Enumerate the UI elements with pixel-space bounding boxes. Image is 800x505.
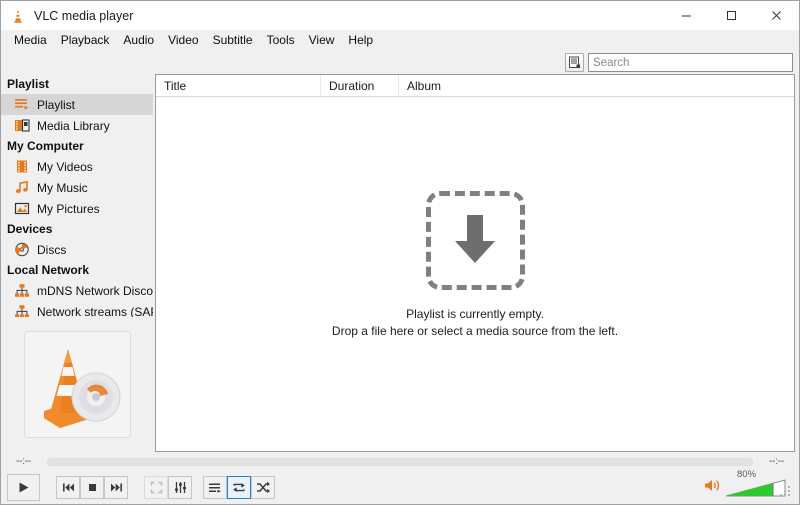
artwork-area [1, 317, 153, 452]
volume-slider[interactable] [725, 478, 787, 498]
sidebar-item-discs[interactable]: Discs [1, 239, 153, 260]
sidebar: Playlist Playlist Media Library My Compu… [1, 74, 153, 452]
sidebar-item-my-pictures[interactable]: My Pictures [1, 198, 153, 219]
seek-row: --:-- --:-- [1, 452, 799, 471]
picture-icon [13, 200, 30, 217]
sidebar-item-label: My Pictures [37, 201, 100, 216]
loop-button[interactable] [227, 476, 251, 499]
title-bar: VLC media player [1, 1, 799, 30]
next-button[interactable] [104, 476, 128, 499]
menu-tools[interactable]: Tools [260, 31, 302, 50]
sidebar-item-media-library[interactable]: Media Library [1, 115, 153, 136]
playlist-view-mode-icon[interactable] [565, 53, 584, 72]
network-icon [13, 303, 30, 317]
minimize-button[interactable] [664, 1, 709, 30]
transport-controls: 80% [1, 469, 799, 504]
playlist-panel: Title Duration Album Playlist is current… [155, 74, 795, 452]
main-body: Playlist Playlist Media Library My Compu… [1, 74, 799, 452]
sidebar-item-label: My Videos [37, 159, 93, 174]
time-elapsed-label: --:-- [15, 456, 32, 467]
media-library-icon [13, 117, 30, 134]
sidebar-item-network-streams-sap[interactable]: Network streams (SAP) [1, 301, 153, 317]
speaker-icon[interactable] [704, 478, 721, 496]
sidebar-item-label: Discs [37, 242, 67, 257]
sidebar-item-playlist[interactable]: Playlist [1, 94, 153, 115]
title-bar-left: VLC media player [1, 8, 133, 24]
empty-state-line-1: Playlist is currently empty. [406, 306, 544, 321]
sidebar-header-devices: Devices [7, 222, 53, 236]
playlist-empty-state[interactable]: Playlist is currently empty. Drop a file… [156, 97, 794, 451]
sidebar-scroll-area: Playlist Playlist Media Library My Compu… [1, 74, 153, 317]
menu-playback[interactable]: Playback [54, 31, 117, 50]
disc-icon [13, 241, 30, 258]
network-icon [13, 282, 30, 299]
music-note-icon [13, 179, 30, 196]
extended-settings-button[interactable] [168, 476, 192, 499]
previous-button[interactable] [56, 476, 80, 499]
close-button[interactable] [754, 1, 799, 30]
column-header-album[interactable]: Album [399, 75, 794, 97]
menu-help[interactable]: Help [341, 31, 380, 50]
maximize-button[interactable] [709, 1, 754, 30]
column-header-duration[interactable]: Duration [321, 74, 399, 97]
search-tool-row [1, 51, 799, 74]
menu-audio[interactable]: Audio [116, 31, 161, 50]
menu-media[interactable]: Media [7, 31, 54, 50]
sidebar-item-label: Media Library [37, 118, 110, 133]
stop-button[interactable] [80, 476, 104, 499]
bottom-control-bar: --:-- --:-- 80% [1, 452, 799, 504]
column-header-title[interactable]: Title [156, 74, 321, 97]
volume-control: 80% [704, 469, 793, 498]
toggle-playlist-button[interactable] [203, 476, 227, 499]
playlist-icon [13, 96, 30, 113]
sidebar-item-my-videos[interactable]: My Videos [1, 156, 153, 177]
sidebar-item-label: mDNS Network Disco... [37, 283, 153, 298]
menu-view[interactable]: View [302, 31, 342, 50]
fullscreen-button[interactable] [144, 476, 168, 499]
search-input[interactable] [593, 56, 788, 69]
download-arrow-icon [425, 190, 525, 290]
film-strip-icon [13, 158, 30, 175]
sidebar-list: Playlist Playlist Media Library My Compu… [1, 74, 153, 317]
shuffle-button[interactable] [251, 476, 275, 499]
resize-grip[interactable] [779, 485, 790, 496]
sidebar-item-label: My Music [37, 180, 88, 195]
vlc-cone-icon [10, 8, 26, 24]
sidebar-item-label: Playlist [37, 97, 76, 112]
menu-subtitle[interactable]: Subtitle [206, 31, 260, 50]
search-box[interactable] [588, 53, 793, 72]
window-buttons [664, 1, 799, 30]
empty-state-line-2: Drop a file here or select a media sourc… [331, 323, 619, 338]
menu-bar: Media Playback Audio Video Subtitle Tool… [1, 30, 799, 51]
menu-video[interactable]: Video [161, 31, 205, 50]
vlc-main-window: VLC media player Media Playback Audio Vi… [0, 0, 800, 505]
sidebar-header-local-network: Local Network [7, 263, 90, 277]
time-total-label: --:-- [768, 456, 785, 467]
seek-slider[interactable] [47, 457, 753, 466]
playlist-column-headers: Title Duration Album [156, 74, 794, 97]
vlc-cone-artwork [23, 331, 131, 438]
sidebar-header-playlist: Playlist [7, 77, 50, 91]
sidebar-item-mdns-network-discovery[interactable]: mDNS Network Disco... [1, 280, 153, 301]
play-button[interactable] [7, 474, 40, 501]
window-title: VLC media player [34, 8, 134, 23]
sidebar-header-my-computer: My Computer [7, 139, 84, 153]
sidebar-item-label: Network streams (SAP) [37, 304, 153, 318]
sidebar-item-my-music[interactable]: My Music [1, 177, 153, 198]
